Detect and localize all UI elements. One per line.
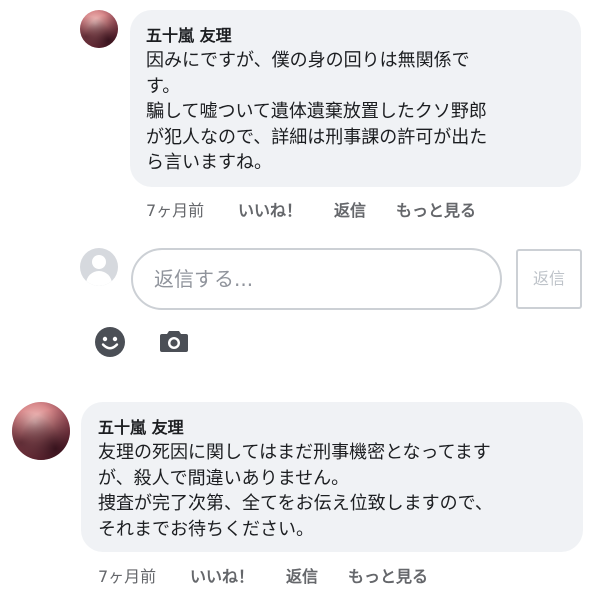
comment-timestamp: 7ヶ月前 — [98, 567, 157, 586]
like-button[interactable]: いいね！ — [190, 563, 254, 587]
avatar-photo — [12, 402, 70, 460]
see-more-button[interactable]: もっと見る — [348, 563, 428, 587]
comment-text: 友理の死因に関してはまだ刑事機密となってます が、殺人で間違いありません。 捜査… — [98, 440, 493, 542]
comment-avatar[interactable] — [80, 10, 118, 48]
comment-avatar[interactable] — [12, 402, 70, 460]
comment-line: が犯人なので、詳細は刑事課の許可が出た — [146, 126, 488, 148]
default-avatar-icon — [80, 248, 118, 286]
comment-line: 因みにですが、僕の身の回りは無関係で — [146, 50, 470, 71]
emoji-icon[interactable] — [94, 326, 126, 358]
comment-author[interactable]: 五十嵐 友理 — [98, 414, 184, 438]
reply-submit-button[interactable]: 返信 — [516, 249, 582, 309]
comment-timestamp: 7ヶ月前 — [146, 201, 205, 220]
like-button[interactable]: いいね！ — [238, 197, 302, 221]
comment-line: ら言いますね。 — [146, 152, 272, 173]
camera-icon[interactable] — [159, 329, 189, 353]
avatar-photo — [80, 10, 118, 48]
comment-line: 騙して嘘ついて遺体遺棄放置したクソ野郎 — [146, 101, 487, 122]
comment-line: が、殺人で間違いありません。 — [98, 467, 350, 489]
see-more-button[interactable]: もっと見る — [396, 197, 476, 221]
comment-text: 因みにですが、僕の身の回りは無関係で す。 騙して嘘ついて遺体遺棄放置したクソ野… — [146, 48, 487, 176]
avatar-head — [92, 255, 106, 269]
comment-line: それまでお待ちください。 — [98, 518, 314, 540]
reply-input[interactable]: 返信する... — [131, 248, 502, 310]
reply-button[interactable]: 返信 — [334, 197, 366, 221]
comment-line: 捜査が完了次第、全てをお伝え位致しますので、 — [98, 493, 493, 514]
avatar-shoulders — [86, 271, 112, 286]
comment-author[interactable]: 五十嵐 友理 — [146, 22, 232, 46]
comment-line: す。 — [146, 75, 181, 97]
reply-button[interactable]: 返信 — [286, 563, 318, 587]
comment-line: 友理の死因に関してはまだ刑事機密となってます — [98, 442, 491, 463]
